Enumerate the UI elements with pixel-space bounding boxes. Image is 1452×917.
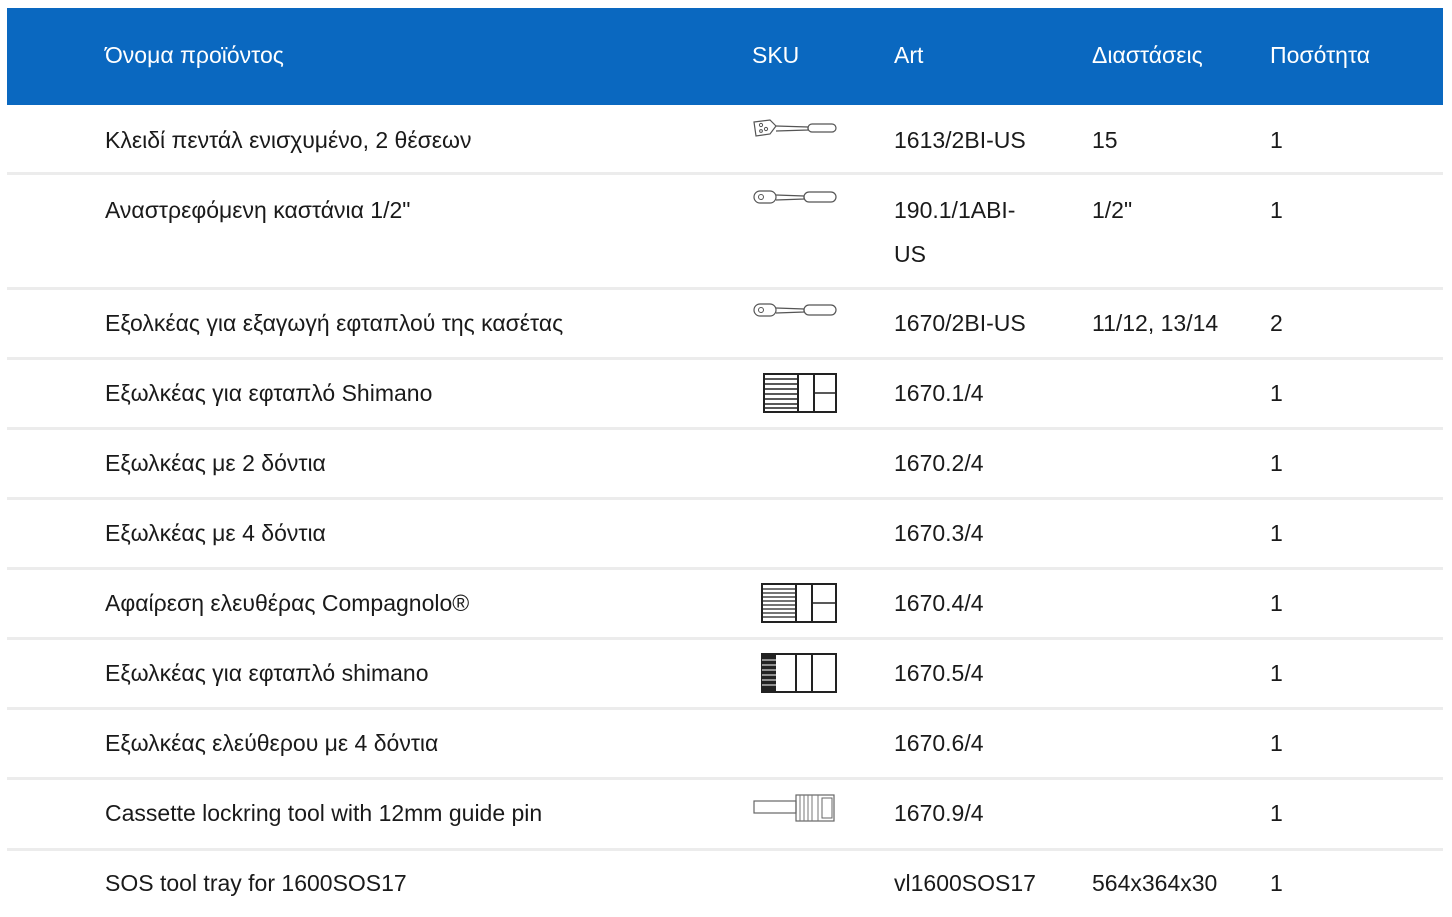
table-header: Όνομα προϊόντος SKU Art Διαστάσεις Ποσότ…: [7, 8, 1443, 105]
ratchet-icon: [753, 303, 837, 317]
pedal-wrench-icon: [753, 119, 837, 137]
art-number-line: US: [894, 241, 926, 267]
table-row: Αφαίρεση ελευθέρας Compagnolo® 1670.4/4 …: [7, 570, 1443, 640]
dimensions: 15: [1092, 127, 1118, 153]
quantity: 1: [1270, 127, 1283, 153]
column-header-name: Όνομα προϊόντος: [105, 42, 284, 68]
art-number: 1670.3/4: [894, 520, 984, 546]
product-table: Όνομα προϊόντος SKU Art Διαστάσεις Ποσότ…: [7, 8, 1443, 917]
table-row: Εξωλκέας με 4 δόντια 1670.3/4 1: [7, 500, 1443, 570]
product-name: Εξωλκέας για εφταπλό shimano: [105, 660, 429, 686]
art-number: 1670.2/4: [894, 450, 984, 476]
ratchet-icon: [753, 190, 837, 204]
dimensions: 11/12, 13/14: [1092, 310, 1219, 336]
table-row: SOS tool tray for 1600SOS17 vl1600SOS17 …: [7, 851, 1443, 917]
quantity: 1: [1270, 197, 1283, 223]
art-number: 1670.9/4: [894, 800, 984, 826]
table-row: Cassette lockring tool with 12mm guide p…: [7, 780, 1443, 851]
product-name: Εξωλκέας με 2 δόντια: [105, 450, 326, 476]
table-row: Εξωλκέας με 2 δόντια 1670.2/4 1: [7, 430, 1443, 500]
product-name: Εξωλκέας ελεύθερου με 4 δόντια: [105, 730, 439, 756]
table-row: Κλειδί πεντάλ ενισχυμένο, 2 θέσεων 1613/…: [7, 105, 1443, 175]
product-name: Cassette lockring tool with 12mm guide p…: [105, 800, 543, 826]
quantity: 1: [1270, 730, 1283, 756]
column-header-dimensions: Διαστάσεις: [1092, 42, 1203, 68]
quantity: 1: [1270, 520, 1283, 546]
art-number: 1670.6/4: [894, 730, 984, 756]
art-number: 1670.5/4: [894, 660, 984, 686]
art-number: vl1600SOS17: [894, 870, 1036, 896]
product-name: Εξολκέας για εξαγωγή εφταπλού της κασέτα…: [105, 310, 564, 336]
art-number: 1670.4/4: [894, 590, 984, 616]
table-row: Εξωλκέας για εφταπλό shimano 1670.5/4 1: [7, 640, 1443, 710]
table-row: Εξολκέας για εξαγωγή εφταπλού της κασέτα…: [7, 290, 1443, 360]
lockring-tool-icon: [753, 794, 835, 822]
column-header-art: Art: [894, 42, 924, 68]
table-row: Εξωλκέας ελεύθερου με 4 δόντια 1670.6/4 …: [7, 710, 1443, 780]
spline-socket-icon: [761, 653, 837, 693]
dimensions: 1/2": [1092, 197, 1133, 223]
table-row: Αναστρεφόμενη καστάνια 1/2" 190.1/1ABI- …: [7, 175, 1443, 290]
art-number: 1670.1/4: [894, 380, 984, 406]
art-number: 1613/2BI-US: [894, 127, 1026, 153]
product-name: Εξωλκέας με 4 δόντια: [105, 520, 326, 546]
quantity: 1: [1270, 380, 1283, 406]
product-name: Κλειδί πεντάλ ενισχυμένο, 2 θέσεων: [105, 127, 472, 153]
column-header-sku: SKU: [752, 42, 800, 68]
quantity: 1: [1270, 870, 1283, 896]
dimensions: 564x364x30: [1092, 870, 1218, 896]
quantity: 2: [1270, 310, 1283, 336]
table-row: Εξωλκέας για εφταπλό Shimano 1670.1/4 1: [7, 360, 1443, 430]
art-number: 1670/2BI-US: [894, 310, 1026, 336]
quantity: 1: [1270, 590, 1283, 616]
column-header-quantity: Ποσότητα: [1270, 42, 1370, 68]
product-name: Αναστρεφόμενη καστάνια 1/2": [105, 197, 411, 223]
spline-socket-icon: [761, 583, 837, 623]
art-number-line: 190.1/1ABI-: [894, 197, 1016, 223]
quantity: 1: [1270, 450, 1283, 476]
product-name: SOS tool tray for 1600SOS17: [105, 870, 407, 896]
quantity: 1: [1270, 660, 1283, 686]
spline-socket-icon: [763, 373, 837, 413]
quantity: 1: [1270, 800, 1283, 826]
product-name: Αφαίρεση ελευθέρας Compagnolo®: [105, 590, 470, 616]
product-name: Εξωλκέας για εφταπλό Shimano: [105, 380, 433, 406]
